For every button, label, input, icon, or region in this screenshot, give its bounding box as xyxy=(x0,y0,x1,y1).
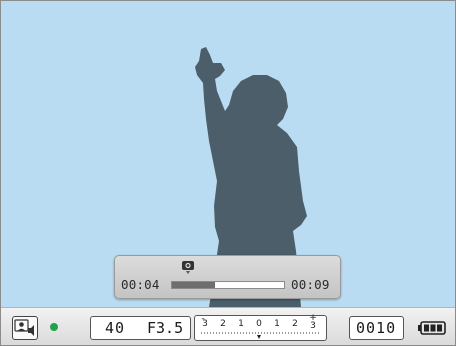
exposure-scale: - 3 2 1 0 1 2 + 3 xyxy=(194,313,327,341)
ev-label: 1 xyxy=(274,319,280,329)
ev-label: 3 xyxy=(310,321,316,331)
playback-progress-bar[interactable] xyxy=(171,281,285,289)
exposure-pointer-icon xyxy=(257,335,261,339)
ev-label: 2 xyxy=(220,319,226,329)
elapsed-time: 00:04 xyxy=(121,277,160,292)
shutter-speed: 40 xyxy=(105,319,126,337)
battery-full-icon xyxy=(418,321,446,335)
exposure-readout: 40 F3.5 xyxy=(90,316,191,340)
aperture-value: F3.5 xyxy=(147,319,184,337)
ev-label: 1 xyxy=(238,319,244,329)
status-bar: 40 F3.5 - 3 2 1 0 1 2 + 3 0010 xyxy=(1,307,455,345)
ev-label: 2 xyxy=(292,319,298,329)
total-time: 00:09 xyxy=(291,277,330,292)
shot-counter-box: 0010 xyxy=(349,316,404,340)
camera-icon xyxy=(182,261,194,274)
smart-face-audio-icon[interactable] xyxy=(12,316,38,340)
ev-label: 3 xyxy=(202,319,208,329)
shot-counter: 0010 xyxy=(356,319,397,337)
playback-progress-fill xyxy=(172,282,215,288)
ev-label: 0 xyxy=(256,319,262,329)
playback-progress-panel: 00:04 00:09 xyxy=(114,255,341,299)
camera-screen: 00:04 00:09 40 F3.5 - 3 2 1 0 1 2 + 3 00… xyxy=(0,0,456,346)
recording-indicator xyxy=(50,323,58,331)
